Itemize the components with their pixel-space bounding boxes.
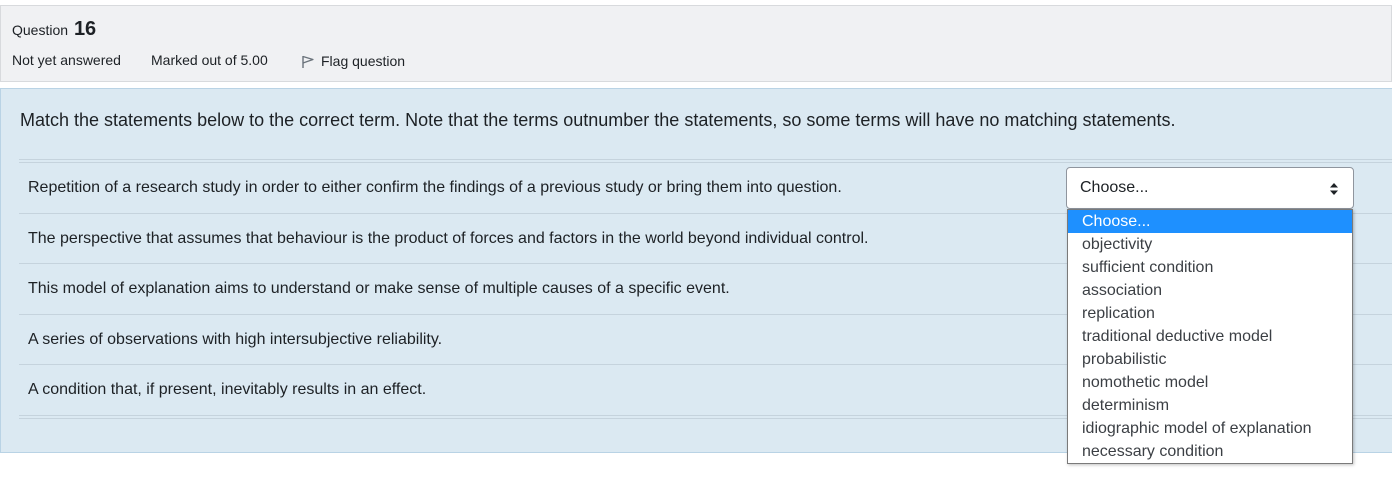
flag-question-link[interactable]: Flag question xyxy=(301,52,405,69)
statement-text: This model of explanation aims to unders… xyxy=(28,280,730,297)
statement-text: A series of observations with high inter… xyxy=(28,330,443,348)
question-state: Not yet answered xyxy=(12,52,121,68)
dropdown-option[interactable]: idiographic model of explanation xyxy=(1068,417,1352,440)
dropdown-option[interactable]: determinism xyxy=(1068,394,1352,417)
dropdown-option[interactable]: necessary condition xyxy=(1068,440,1352,463)
question-label: Question xyxy=(12,22,69,38)
question-text: Match the statements below to the correc… xyxy=(20,110,1176,130)
term-dropdown-list: Choose... objectivity sufficient conditi… xyxy=(1067,209,1353,464)
question-info-panel: Question 16 Not yet answered Marked out … xyxy=(0,5,1392,82)
dropdown-option[interactable]: sufficient condition xyxy=(1068,256,1352,279)
statement-text: The perspective that assumes that behavi… xyxy=(28,229,869,247)
statement-text: A condition that, if present, inevitably… xyxy=(28,381,427,398)
dropdown-option[interactable]: probabilistic xyxy=(1068,348,1352,371)
dropdown-option[interactable]: association xyxy=(1068,279,1352,302)
dropdown-option[interactable]: objectivity xyxy=(1068,233,1352,256)
dropdown-option[interactable]: nomothetic model xyxy=(1068,371,1352,394)
flag-question-label: Flag question xyxy=(321,52,406,69)
question-grade: Marked out of 5.00 xyxy=(151,52,268,68)
dropdown-option[interactable]: replication xyxy=(1068,302,1352,325)
select-value: Choose... xyxy=(1080,179,1149,196)
statement-text: Repetition of a research study in order … xyxy=(28,179,842,196)
flag-icon xyxy=(302,55,314,68)
dropdown-option[interactable]: traditional deductive model xyxy=(1068,325,1352,348)
question-number: Question 16 xyxy=(12,18,96,41)
question-number-value: 16 xyxy=(73,18,97,40)
term-select-1[interactable]: Choose... xyxy=(1066,167,1354,209)
dropdown-option[interactable]: Choose... xyxy=(1068,210,1352,233)
sort-arrows-icon xyxy=(1330,183,1338,195)
